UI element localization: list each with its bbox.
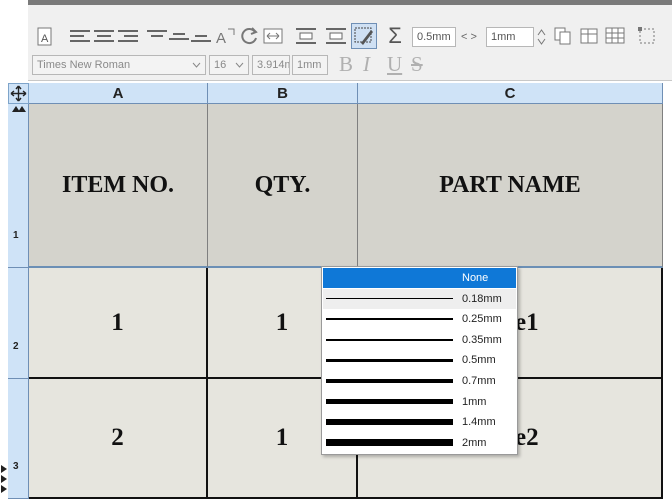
- align-bottom-icon[interactable]: [190, 27, 212, 45]
- row-resize-icon: [12, 106, 26, 112]
- line-weight-label: 0.35mm: [462, 333, 502, 346]
- align-center-icon[interactable]: [92, 27, 116, 45]
- line-weight-sample: [326, 419, 453, 426]
- header-cell-item-no[interactable]: ITEM NO.: [29, 104, 208, 268]
- align-top-icon[interactable]: [146, 27, 168, 45]
- line-weight-option[interactable]: 1mm: [323, 392, 516, 412]
- line-weight-sample: [326, 379, 453, 383]
- text-height-field[interactable]: 3.914mm: [252, 55, 290, 75]
- line-weight-option[interactable]: 0.5mm: [323, 350, 516, 370]
- line-weight-option[interactable]: 1.4mm: [323, 412, 516, 432]
- table-move-handle[interactable]: [8, 83, 29, 104]
- line-weight-option[interactable]: 0.25mm: [323, 309, 516, 329]
- row-label: 2: [13, 341, 19, 352]
- grid-table-icon[interactable]: [604, 25, 626, 47]
- chevron-down-icon: [192, 59, 201, 71]
- line-weight-option[interactable]: 0.18mm: [323, 288, 516, 309]
- font-name-select[interactable]: Times New Roman: [32, 55, 206, 75]
- cell-item-no-row-2[interactable]: 2: [29, 379, 208, 499]
- copy-format-icon[interactable]: [552, 25, 574, 47]
- column-header-a[interactable]: A: [29, 83, 208, 104]
- fit-width-icon[interactable]: [262, 26, 284, 46]
- line-weight-sample: [326, 399, 453, 405]
- line-weight-option[interactable]: 0.35mm: [323, 330, 516, 350]
- line-weight-sample: [326, 358, 453, 362]
- font-name-value: Times New Roman: [37, 59, 131, 71]
- line-weight-label: 0.18mm: [462, 292, 502, 305]
- italic-button[interactable]: I: [363, 52, 370, 77]
- rotate-icon[interactable]: [238, 25, 260, 47]
- line-weight-label: 0.5mm: [462, 354, 496, 367]
- arrow-toggle-icon[interactable]: < >: [456, 27, 482, 47]
- spacing-spinner-icon[interactable]: [536, 27, 546, 47]
- line-weight-label: None: [462, 272, 489, 284]
- toolbar-row-2: Times New Roman 16 3.914mm 1mm B I U S: [28, 52, 672, 77]
- line-weight-label: 2mm: [462, 436, 487, 449]
- column-header-c[interactable]: C: [358, 83, 663, 104]
- bold-button[interactable]: B: [339, 52, 353, 77]
- line-weight-dropdown: None 0.18mm 0.25mm 0.35mm 0.5mm 0.7mm 1mm 1.4mm…: [321, 266, 518, 455]
- font-size-value: 16: [214, 59, 227, 71]
- row-label: 3: [13, 461, 19, 472]
- underline-button[interactable]: U: [387, 52, 402, 77]
- svg-text:A: A: [216, 30, 226, 46]
- text-angle-icon[interactable]: A: [214, 25, 236, 47]
- line-weight-option[interactable]: None: [323, 268, 516, 288]
- line-weight-sample: [326, 318, 453, 321]
- line-weight-sample: [326, 439, 453, 447]
- row-header-3[interactable]: 3: [8, 379, 29, 499]
- row-header-1[interactable]: 1: [8, 104, 29, 268]
- header-cell-part-name[interactable]: PART NAME: [358, 104, 663, 268]
- line-weight-option[interactable]: 0.7mm: [323, 371, 516, 391]
- insert-row-above-icon[interactable]: [295, 26, 317, 46]
- sum-icon[interactable]: Σ: [385, 23, 405, 48]
- side-resize-icon[interactable]: [0, 463, 8, 493]
- table-format-toolbar: A A Σ 0.5mm < > 1mm Times New Roman 16 3…: [28, 5, 672, 81]
- line-weight-label: 1mm: [462, 395, 487, 408]
- cell-item-no-row-1[interactable]: 1: [29, 268, 208, 379]
- line-weight-label: 0.7mm: [462, 375, 496, 387]
- toolbar-row-1: A A Σ 0.5mm < > 1mm: [28, 19, 672, 53]
- border-line-style-button[interactable]: [351, 23, 377, 49]
- strikethrough-button[interactable]: S: [411, 52, 423, 77]
- font-size-select[interactable]: 16: [209, 55, 249, 75]
- chevron-down-icon: [235, 59, 244, 71]
- align-right-icon[interactable]: [116, 27, 140, 45]
- row-label: 1: [13, 230, 19, 241]
- align-left-icon[interactable]: [68, 27, 92, 45]
- line-weight-sample: [326, 338, 453, 342]
- line-weight-option[interactable]: 2mm: [323, 433, 516, 453]
- line-weight-sample: [326, 298, 453, 300]
- header-cell-qty[interactable]: QTY.: [208, 104, 358, 268]
- line-spacing-field[interactable]: 1mm: [292, 55, 328, 75]
- line-weight-label: 1.4mm: [462, 416, 496, 429]
- insert-row-below-icon[interactable]: [325, 26, 347, 46]
- anchor-point-icon[interactable]: [636, 25, 658, 47]
- column-header-b[interactable]: B: [208, 83, 358, 104]
- align-middle-icon[interactable]: [168, 27, 190, 45]
- move-icon: [10, 85, 27, 102]
- line-weight-label: 0.25mm: [462, 313, 502, 326]
- row-header-2[interactable]: 2: [8, 268, 29, 379]
- text-format-icon[interactable]: A: [36, 26, 54, 48]
- spacing-field[interactable]: 1mm: [486, 27, 534, 47]
- border-width-field[interactable]: 0.5mm: [412, 27, 456, 47]
- table-properties-icon[interactable]: [578, 25, 600, 47]
- svg-text:A: A: [41, 33, 49, 45]
